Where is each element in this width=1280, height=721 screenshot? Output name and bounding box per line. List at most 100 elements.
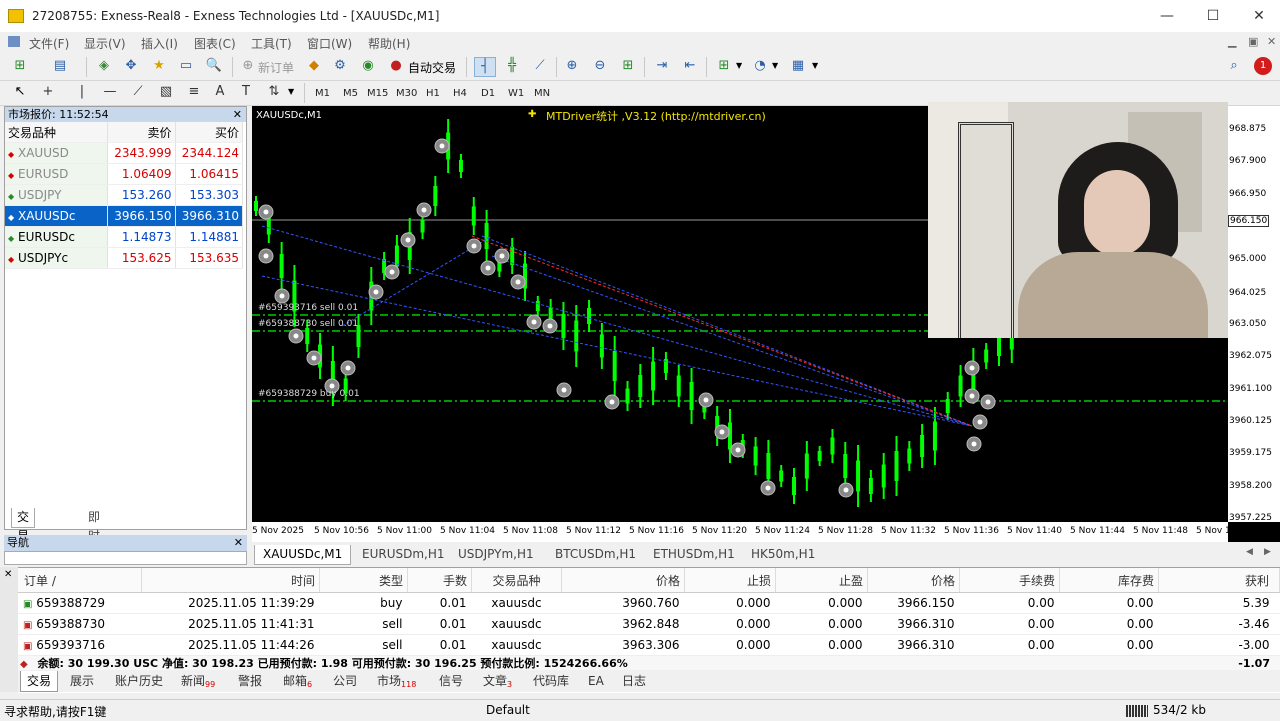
column-take-profit[interactable]: 止盈	[775, 568, 868, 593]
templates-dropdown-icon[interactable]: ▼	[812, 61, 818, 70]
table-row[interactable]: ▣ 659393716 2025.11.05 11:44:26 sell 0.0…	[18, 634, 1280, 656]
new-order-button[interactable]: 新订单	[258, 59, 294, 76]
column-current-price[interactable]: 价格	[867, 568, 960, 593]
search-icon[interactable]: ⌕	[1224, 57, 1244, 75]
table-row[interactable]: ◆ USDJPYc 153.625 153.635	[5, 247, 243, 269]
menu-view[interactable]: 显示(V)	[84, 35, 126, 52]
crosshair-icon[interactable]: +	[38, 83, 58, 101]
tab-signals[interactable]: 信号	[433, 671, 469, 691]
tab-code-base[interactable]: 代码库	[527, 671, 575, 691]
market-watch-icon[interactable]: ◈	[94, 57, 114, 75]
column-symbol[interactable]: 交易品种	[5, 122, 108, 143]
horizontal-line-icon[interactable]: —	[100, 83, 120, 101]
menu-window[interactable]: 窗口(W)	[307, 35, 352, 52]
new-chart-icon[interactable]: ⊞	[10, 57, 30, 75]
candlestick-icon[interactable]: ╬	[502, 57, 522, 75]
menu-insert[interactable]: 插入(I)	[141, 35, 178, 52]
strategy-tester-icon[interactable]: 🔍	[204, 57, 224, 75]
column-order[interactable]: 订单 /	[18, 568, 142, 593]
scroll-right-icon[interactable]: ▶	[1264, 547, 1271, 557]
table-row[interactable]: ◆ XAUUSD 2343.999 2344.124	[5, 142, 243, 164]
vertical-line-icon[interactable]: |	[72, 83, 92, 101]
column-stop-loss[interactable]: 止损	[684, 568, 776, 593]
chart-shift-icon[interactable]: ⇤	[680, 57, 700, 75]
notifications-icon[interactable]: 1	[1254, 57, 1272, 75]
cursor-icon[interactable]: ↖	[10, 83, 30, 101]
terminal-icon[interactable]: ▭	[176, 57, 196, 75]
zoom-in-icon[interactable]: ⊕	[562, 57, 582, 75]
timeframe-m30[interactable]: M30	[396, 88, 417, 99]
tab-news[interactable]: 新闻99	[175, 671, 221, 691]
column-symbol[interactable]: 交易品种	[471, 568, 562, 593]
signals-icon[interactable]: ◉	[358, 57, 378, 75]
profiles-icon[interactable]: ▤	[50, 57, 70, 75]
chart-tab-xauusdc[interactable]: XAUUSDc,M1	[254, 545, 352, 565]
column-type[interactable]: 类型	[319, 568, 408, 593]
chart-tab-eurusdm[interactable]: EURUSDm,H1	[354, 545, 453, 564]
column-volume[interactable]: 手数	[407, 568, 472, 593]
zoom-out-icon[interactable]: ⊖	[590, 57, 610, 75]
maximize-button[interactable]: ☐	[1190, 0, 1236, 32]
order-line-label[interactable]: #659393716 sell 0.01	[258, 303, 358, 313]
close-icon[interactable]: ✕	[233, 107, 246, 122]
menu-chart[interactable]: 图表(C)	[194, 35, 236, 52]
navigator-icon[interactable]: ★	[149, 57, 169, 75]
timeframe-m1[interactable]: M1	[315, 88, 330, 99]
new-order-icon[interactable]: ⊕	[238, 57, 258, 75]
indicators-icon[interactable]: ⊞	[714, 57, 734, 75]
column-swap[interactable]: 库存费	[1059, 568, 1159, 593]
chart-tab-usdjpym[interactable]: USDJPYm,H1	[450, 545, 542, 564]
indicators-dropdown-icon[interactable]: ▼	[736, 61, 742, 70]
tab-tick-chart[interactable]: 即时图	[83, 508, 105, 562]
tab-company[interactable]: 公司	[327, 671, 363, 691]
table-row[interactable]: ◆ EURUSDc 1.14873 1.14881	[5, 226, 243, 248]
close-icon[interactable]: ✕	[4, 569, 12, 580]
close-icon[interactable]: ✕	[234, 535, 247, 551]
mdi-close-button[interactable]: ✕	[1267, 35, 1276, 48]
auto-trading-button[interactable]: 自动交易	[408, 59, 456, 76]
tab-experts[interactable]: EA	[582, 671, 610, 691]
minimize-button[interactable]: —	[1144, 0, 1190, 32]
timeframe-h4[interactable]: H4	[453, 88, 467, 99]
tab-journal[interactable]: 日志	[616, 671, 652, 691]
menu-help[interactable]: 帮助(H)	[368, 35, 410, 52]
timeframe-m15[interactable]: M15	[367, 88, 388, 99]
tab-market[interactable]: 市场118	[371, 671, 422, 691]
menu-file[interactable]: 文件(F)	[29, 35, 69, 52]
price-chart[interactable]: XAUUSDc,M1 ✚ MTDriver统计 ,V3.12 (http://m…	[252, 102, 1280, 542]
tab-mailbox[interactable]: 邮箱6	[277, 671, 318, 691]
order-line-label[interactable]: #659388729 buy 0.01	[258, 389, 360, 399]
chart-tab-hk50m[interactable]: HK50m,H1	[743, 545, 823, 564]
chart-tab-ethusdm[interactable]: ETHUSDm,H1	[645, 545, 743, 564]
options-icon[interactable]: ⚙	[330, 57, 350, 75]
tab-alerts[interactable]: 警报	[232, 671, 268, 691]
tab-trade[interactable]: 交易	[20, 671, 59, 692]
text-icon[interactable]: A	[210, 83, 230, 101]
tile-windows-icon[interactable]: ⊞	[618, 57, 638, 75]
auto-trading-icon[interactable]: ●	[386, 57, 406, 75]
table-row[interactable]: ▣ 659388730 2025.11.05 11:41:31 sell 0.0…	[18, 613, 1280, 635]
menu-tools[interactable]: 工具(T)	[251, 35, 292, 52]
metaeditor-icon[interactable]: ◆	[304, 57, 324, 75]
mdi-minimize-button[interactable]: ▁	[1228, 35, 1236, 48]
data-window-icon[interactable]: ✥	[121, 57, 141, 75]
tab-symbols[interactable]: 交易品种	[11, 508, 36, 581]
close-button[interactable]: ✕	[1236, 0, 1280, 32]
mdi-restore-button[interactable]: ▣	[1248, 35, 1258, 48]
label-icon[interactable]: T	[236, 83, 256, 101]
auto-scroll-icon[interactable]: ⇥	[652, 57, 672, 75]
line-chart-icon[interactable]: ⟋	[530, 57, 550, 75]
timeframe-m5[interactable]: M5	[343, 88, 358, 99]
column-time[interactable]: 时间	[141, 568, 320, 593]
timeframe-w1[interactable]: W1	[508, 88, 524, 99]
bar-chart-icon[interactable]: ┤	[474, 57, 496, 77]
chart-tab-btcusdm[interactable]: BTCUSDm,H1	[547, 545, 644, 564]
arrows-icon[interactable]: ⇅	[264, 83, 284, 101]
trendline-icon[interactable]: ⟋	[128, 83, 148, 101]
templates-icon[interactable]: ▦	[788, 57, 808, 75]
tab-exposure[interactable]: 展示	[64, 671, 100, 691]
column-bid[interactable]: 卖价	[107, 122, 176, 143]
column-open-price[interactable]: 价格	[561, 568, 685, 593]
timeframe-mn[interactable]: MN	[534, 88, 550, 99]
table-row[interactable]: ▣ 659388729 2025.11.05 11:39:29 buy 0.01…	[18, 592, 1280, 614]
